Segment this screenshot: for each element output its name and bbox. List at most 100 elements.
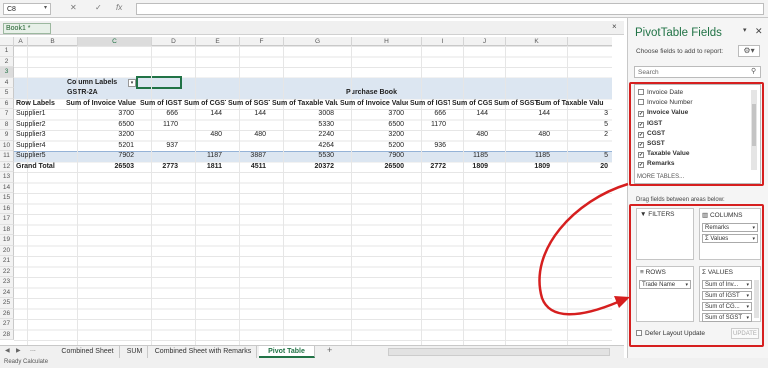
row-label[interactable]: Supplier1	[14, 109, 64, 120]
row-label[interactable]: Supplier5	[14, 151, 64, 162]
pivot-value-cell[interactable]: 3	[534, 109, 610, 120]
pivot-value-cell[interactable]: 5200	[338, 141, 406, 152]
column-header-e[interactable]: E	[196, 37, 240, 46]
pivot-value-cell[interactable]	[534, 141, 610, 152]
column-header-b[interactable]: B	[28, 37, 78, 46]
grand-total-value[interactable]: 2773	[138, 162, 180, 173]
pivot-value-cell[interactable]: 144	[182, 109, 224, 120]
pivot-value-cell[interactable]: 7900	[338, 151, 406, 162]
pivot-value-cell[interactable]: 2	[534, 130, 610, 141]
sheet-tab[interactable]: Pivot Table	[259, 346, 315, 358]
row-header-11[interactable]: 11	[0, 151, 14, 162]
pivot-value-cell[interactable]: 144	[226, 109, 268, 120]
pivot-value-cell[interactable]: 937	[138, 141, 180, 152]
row-header-27[interactable]: 27	[0, 319, 14, 330]
pivot-column-header[interactable]: Sum of Taxable Valu	[534, 99, 612, 110]
row-header-8[interactable]: 8	[0, 119, 14, 130]
pivot-value-cell[interactable]: 480	[182, 130, 224, 141]
pivot-column-header[interactable]: Sum of SGST	[226, 99, 270, 110]
formula-input[interactable]	[136, 3, 764, 15]
pivot-value-cell[interactable]	[182, 120, 224, 131]
pivot-column-header[interactable]: Sum of Taxable Value	[270, 99, 338, 110]
pivot-value-cell[interactable]	[138, 151, 180, 162]
grand-total-value[interactable]: 26503	[64, 162, 136, 173]
pivot-value-cell[interactable]: 480	[226, 130, 268, 141]
pivot-value-cell[interactable]: 5530	[270, 151, 336, 162]
row-header-25[interactable]: 25	[0, 298, 14, 309]
row-header-13[interactable]: 13	[0, 172, 14, 183]
row-header-16[interactable]: 16	[0, 203, 14, 214]
row-header-6[interactable]: 6	[0, 98, 14, 109]
row-header-18[interactable]: 18	[0, 224, 14, 235]
column-header-i[interactable]: I	[422, 37, 464, 46]
pivot-value-cell[interactable]: 6500	[338, 120, 406, 131]
row-label[interactable]: Supplier3	[14, 130, 64, 141]
enter-formula-icon[interactable]: ✓	[95, 3, 102, 12]
pivot-column-header[interactable]: Sum of Invoice Value	[64, 99, 138, 110]
field-search-input[interactable]: Search	[634, 66, 761, 78]
row-header-26[interactable]: 26	[0, 308, 14, 319]
column-header-k[interactable]: K	[506, 37, 568, 46]
row-header-4[interactable]: 4	[0, 77, 14, 88]
pivot-value-cell[interactable]: 480	[450, 130, 490, 141]
row-header-20[interactable]: 20	[0, 245, 14, 256]
scroll-tabs-right-icon[interactable]: ▶	[16, 347, 21, 354]
pivot-value-cell[interactable]	[450, 141, 490, 152]
row-header-5[interactable]: 5	[0, 88, 14, 99]
row-header-24[interactable]: 24	[0, 287, 14, 298]
pivot-value-cell[interactable]: 2240	[270, 130, 336, 141]
pivot-value-cell[interactable]: 5	[534, 151, 610, 162]
pivot-value-cell[interactable]: 666	[408, 109, 448, 120]
column-header-j[interactable]: J	[464, 37, 506, 46]
pivot-value-cell[interactable]	[226, 120, 268, 131]
row-header-12[interactable]: 12	[0, 161, 14, 172]
sheet-tab[interactable]: Combined Sheet with Remarks	[150, 346, 257, 358]
pivot-value-cell[interactable]	[408, 130, 448, 141]
pivot-value-cell[interactable]: 3700	[338, 109, 406, 120]
row-header-1[interactable]: 1	[0, 46, 14, 57]
pivot-column-header[interactable]: Sum of Invoice Value	[338, 99, 408, 110]
row-label[interactable]: Supplier2	[14, 120, 64, 131]
pivot-value-cell[interactable]: 5201	[64, 141, 136, 152]
column-header-c[interactable]: C	[78, 37, 152, 46]
gear-icon[interactable]: ⚙▾	[738, 45, 760, 57]
row-header-7[interactable]: 7	[0, 109, 14, 120]
pane-options-icon[interactable]: ▾	[743, 26, 747, 34]
pivot-value-cell[interactable]: 3008	[270, 109, 336, 120]
grand-total-label[interactable]: Grand Total	[14, 162, 64, 173]
pivot-value-cell[interactable]	[450, 120, 490, 131]
row-header-28[interactable]: 28	[0, 329, 14, 340]
pivot-value-cell[interactable]	[138, 130, 180, 141]
grand-total-value[interactable]: 1811	[182, 162, 224, 173]
row-header-15[interactable]: 15	[0, 193, 14, 204]
row-header-10[interactable]: 10	[0, 140, 14, 151]
selected-cell[interactable]	[136, 76, 182, 89]
workbook-tab[interactable]: Book1 *	[3, 23, 51, 34]
pivot-value-cell[interactable]: 3700	[64, 109, 136, 120]
grand-total-value[interactable]: 4511	[226, 162, 268, 173]
row-header-2[interactable]: 2	[0, 56, 14, 67]
scroll-tabs-left-icon[interactable]: ◀	[5, 347, 10, 354]
grand-total-value[interactable]: 2772	[408, 162, 448, 173]
pivot-column-header[interactable]: Sum of CGST	[450, 99, 492, 110]
column-header-h[interactable]: H	[352, 37, 422, 46]
cancel-formula-icon[interactable]: ✕	[70, 3, 77, 12]
row-header-3[interactable]: 3	[0, 67, 14, 78]
chevron-down-icon[interactable]: ▾	[44, 4, 47, 11]
row-header-23[interactable]: 23	[0, 277, 14, 288]
close-pane-icon[interactable]: ✕	[755, 26, 763, 37]
column-header-f[interactable]: F	[240, 37, 284, 46]
pivot-value-cell[interactable]: 1170	[408, 120, 448, 131]
row-header-14[interactable]: 14	[0, 182, 14, 193]
pivot-value-cell[interactable]: 6500	[64, 120, 136, 131]
insert-function-icon[interactable]: fx	[116, 3, 122, 12]
row-labels-header[interactable]: Row Labels	[14, 99, 64, 110]
grand-total-value[interactable]: 1809	[450, 162, 490, 173]
pivot-column-header[interactable]: Sum of IGST	[408, 99, 450, 110]
column-header-g[interactable]: G	[284, 37, 352, 46]
pivot-value-cell[interactable]	[182, 141, 224, 152]
column-header-d[interactable]: D	[152, 37, 196, 46]
pivot-value-cell[interactable]: 3200	[338, 130, 406, 141]
grand-total-value[interactable]: 20372	[270, 162, 336, 173]
pivot-value-cell[interactable]	[226, 141, 268, 152]
